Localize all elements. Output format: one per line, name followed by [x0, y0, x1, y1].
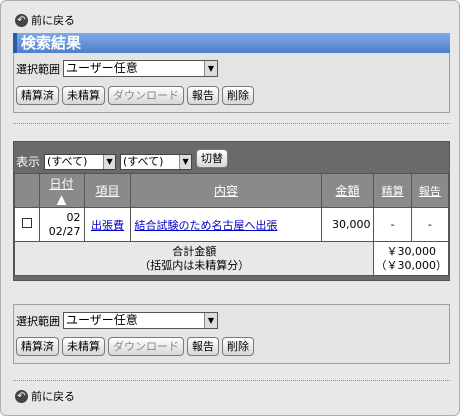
content-cell: 結合試験のため名古屋へ出張 [130, 207, 322, 242]
report-button[interactable]: 報告 [187, 86, 219, 105]
dropdown-arrow-icon: ▼ [103, 154, 116, 169]
delete-button[interactable]: 削除 [222, 337, 254, 356]
search-results-window: ↶ 前に戻る 検索結果 選択範囲 ユーザー任意 ▼ 精算済 未精算 ダウンロード… [0, 0, 460, 416]
range-select-bottom[interactable]: ユーザー任意 ▼ [63, 312, 218, 329]
item-link[interactable]: 出張費 [91, 219, 124, 232]
back-arrow-icon: ↶ [15, 13, 28, 27]
settled-button[interactable]: 精算済 [16, 86, 59, 105]
row-checkbox[interactable] [21, 218, 32, 228]
total-label-cell: 合計金額 （括弧内は未精算分） [13, 241, 375, 276]
sort-ascending-icon: ▲ [56, 192, 67, 206]
filter-select-2[interactable]: (すべて) ▼ [120, 153, 193, 170]
report-cell: - [410, 207, 450, 242]
range-select[interactable]: ユーザー任意 ▼ [63, 60, 218, 77]
results-table: 日付 ▲ 項目 内容 金額 精算 報告 02 02/27 出張費 結合試験のため名古… [13, 173, 450, 276]
item-header[interactable]: 項目 [83, 173, 132, 208]
range-label: 選択範囲 [16, 62, 60, 76]
page-title: 検索結果 [13, 33, 450, 53]
delete-button[interactable]: 削除 [222, 86, 254, 105]
unsettled-button[interactable]: 未精算 [62, 337, 105, 356]
results-list: 表示 (すべて) ▼ (すべて) ▼ 切替 日付 ▲ 項目 内容 金額 精算 報告 [13, 141, 450, 281]
date-header[interactable]: 日付 ▲ [38, 173, 85, 208]
back-label: 前に戻る [31, 14, 75, 27]
divider [13, 123, 450, 124]
back-label: 前に戻る [31, 390, 75, 403]
download-button[interactable]: ダウンロード [108, 86, 184, 105]
settled-header[interactable]: 精算 [373, 173, 412, 208]
checkbox-header [14, 173, 40, 208]
unsettled-button[interactable]: 未精算 [62, 86, 105, 105]
content-link[interactable]: 結合試験のため名古屋へ出張 [134, 219, 277, 232]
top-action-panel: 選択範囲 ユーザー任意 ▼ 精算済 未精算 ダウンロード 報告 削除 [13, 53, 450, 113]
total-amount-cell: ￥30,000 （￥30,000） [373, 241, 449, 276]
table-header-row: 日付 ▲ 項目 内容 金額 精算 報告 [14, 173, 450, 208]
settled-cell: - [373, 207, 412, 242]
settled-button[interactable]: 精算済 [16, 337, 59, 356]
range-label: 選択範囲 [16, 314, 60, 328]
filter-select-1[interactable]: (すべて) ▼ [44, 153, 117, 170]
bottom-action-panel: 選択範囲 ユーザー任意 ▼ 精算済 未精算 ダウンロード 報告 削除 [13, 304, 450, 364]
divider [13, 380, 450, 381]
amount-header[interactable]: 金額 [320, 173, 375, 208]
row-checkbox-cell [14, 207, 40, 242]
amount-cell: 30,000 [320, 207, 375, 242]
dropdown-arrow-icon: ▼ [204, 313, 217, 328]
display-label: 表示 [16, 155, 41, 169]
switch-button[interactable]: 切替 [196, 149, 229, 168]
content-header[interactable]: 内容 [130, 173, 322, 208]
report-header[interactable]: 報告 [410, 173, 450, 208]
report-button[interactable]: 報告 [187, 337, 219, 356]
back-link-bottom[interactable]: ↶ 前に戻る [15, 388, 75, 404]
item-cell: 出張費 [83, 207, 132, 242]
dropdown-arrow-icon: ▼ [179, 154, 192, 169]
filter-bar: 表示 (すべて) ▼ (すべて) ▼ 切替 [14, 145, 229, 170]
table-row: 02 02/27 出張費 結合試験のため名古屋へ出張 30,000 - - [14, 207, 450, 242]
back-arrow-icon: ↶ [15, 389, 28, 403]
dropdown-arrow-icon: ▼ [204, 61, 217, 76]
total-row: 合計金額 （括弧内は未精算分） ￥30,000 （￥30,000） [13, 241, 449, 276]
download-button[interactable]: ダウンロード [108, 337, 184, 356]
back-link-top[interactable]: ↶ 前に戻る [15, 12, 75, 28]
date-cell: 02 02/27 [38, 207, 85, 242]
